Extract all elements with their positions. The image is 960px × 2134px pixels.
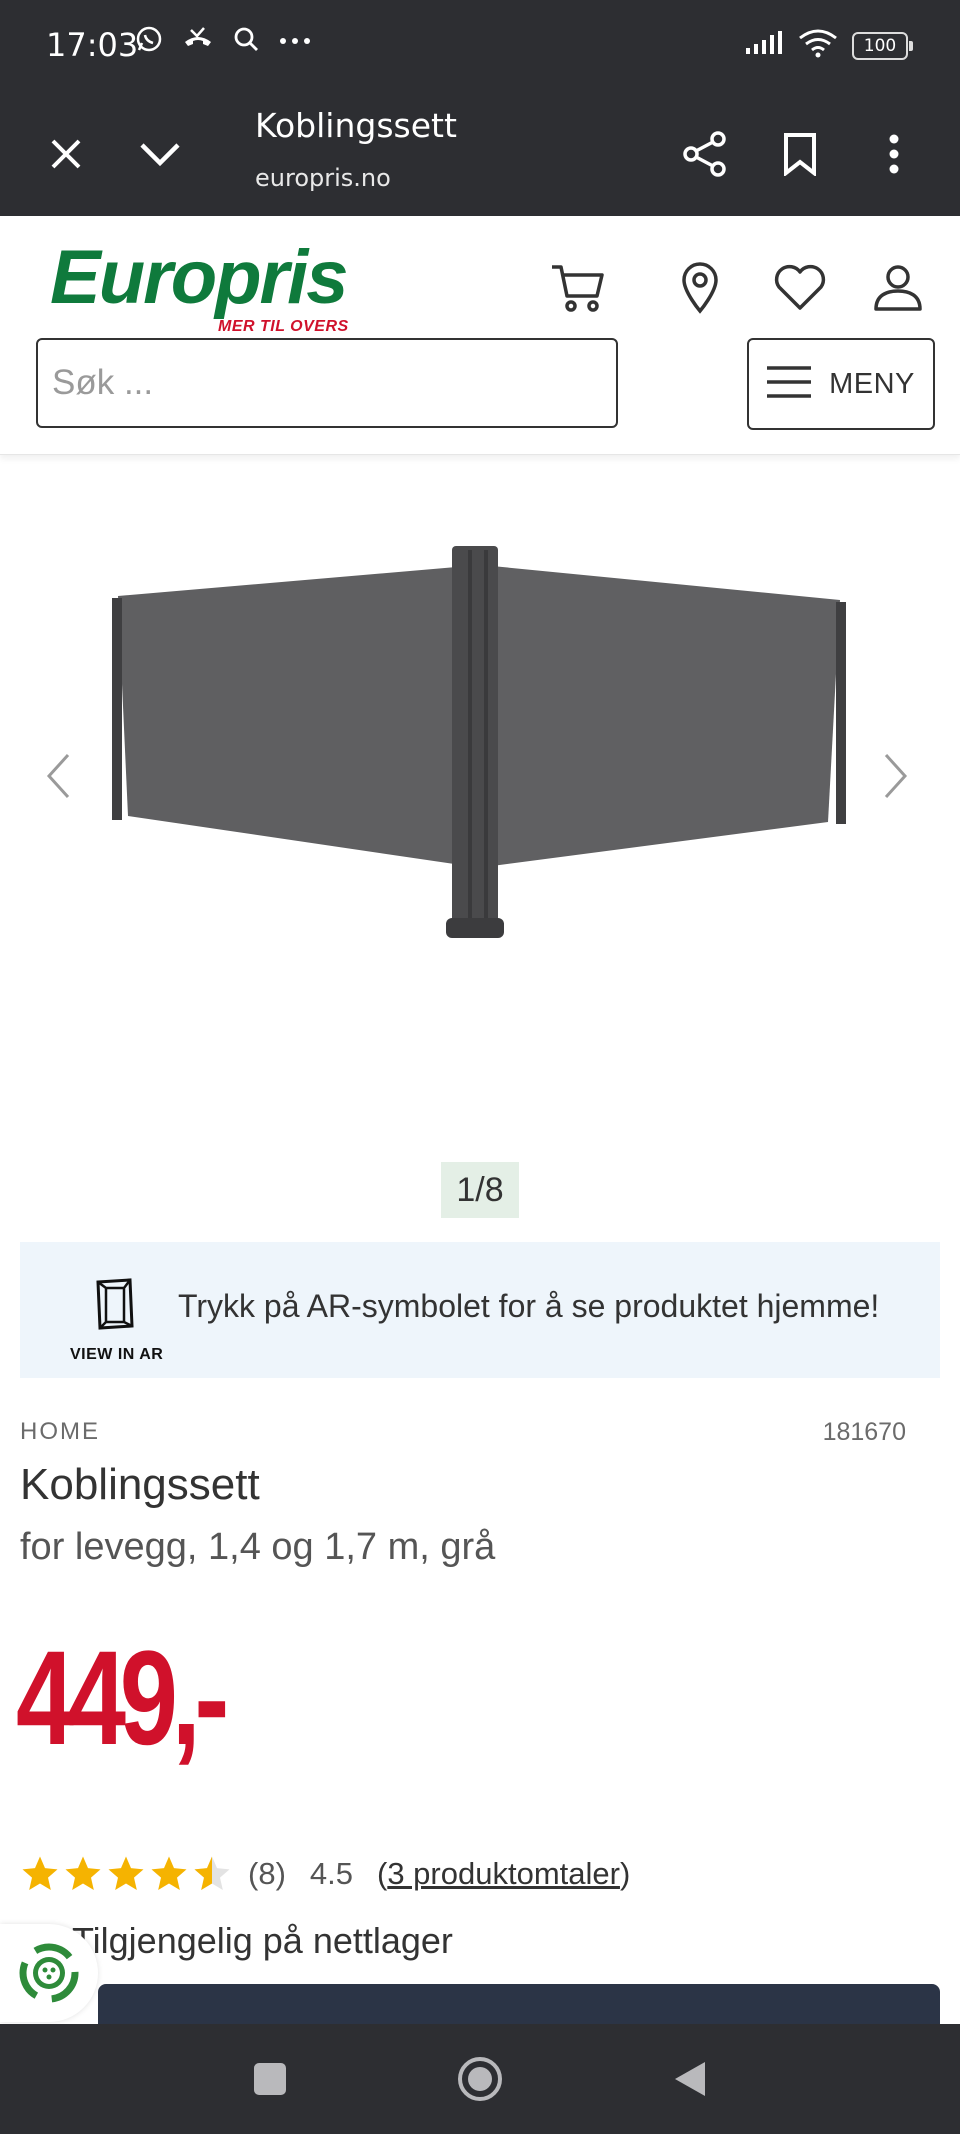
rating-count: (8) <box>248 1856 286 1891</box>
half-star-icon <box>194 1856 230 1890</box>
add-to-cart-button[interactable] <box>98 1984 940 2024</box>
product-sku: 181670 <box>822 1418 906 1446</box>
status-system-icons: 100 <box>744 28 913 63</box>
gallery-next-arrow[interactable] <box>866 736 926 816</box>
view-in-ar-label: VIEW IN AR <box>70 1346 164 1363</box>
close-icon[interactable] <box>36 124 96 184</box>
reviews-link[interactable]: 3 produktomtaler <box>387 1856 620 1891</box>
recycle-icon <box>19 1943 79 2003</box>
rating-average: 4.5 <box>309 1856 353 1891</box>
search-field[interactable] <box>36 338 618 428</box>
cart-icon[interactable] <box>548 258 608 318</box>
chevron-down-icon[interactable] <box>130 124 190 184</box>
recycle-badge[interactable] <box>0 1924 98 2022</box>
hamburger-icon <box>767 365 812 404</box>
rating-stars <box>20 1854 232 1894</box>
bookmark-icon[interactable] <box>770 124 830 184</box>
wifi-icon <box>798 28 838 63</box>
star-icon <box>108 1856 144 1890</box>
home-icon[interactable] <box>450 2049 510 2109</box>
product-rating[interactable]: (8) 4.5 (3 produktomtaler) <box>20 1852 630 1896</box>
page-title: Koblingssett <box>255 106 457 145</box>
search-input[interactable] <box>38 340 616 426</box>
star-icon <box>65 1856 101 1890</box>
star-icon <box>151 1856 187 1890</box>
system-navigation-bar <box>0 2024 960 2134</box>
heart-icon[interactable] <box>770 258 830 318</box>
ar-banner-text: Trykk på AR-symbolet for å se produktet … <box>178 1288 880 1324</box>
status-time: 17:03 <box>46 26 139 64</box>
overflow-menu-icon[interactable] <box>864 124 924 184</box>
user-icon[interactable] <box>868 258 928 318</box>
gallery-prev-arrow[interactable] <box>28 736 88 816</box>
status-bar: 17:03 100 <box>0 0 960 90</box>
product-image <box>112 546 846 938</box>
product-image-gallery[interactable] <box>0 456 960 1216</box>
gallery-counter: 1/8 <box>441 1162 519 1218</box>
battery-indicator: 100 <box>852 31 913 60</box>
reviews-open-paren: ( <box>377 1856 388 1891</box>
browser-toolbar: Koblingssett europris.no <box>0 90 960 216</box>
logo-brand-text: Europris <box>50 235 349 320</box>
logo-tagline: MER TIL OVERS <box>218 318 349 335</box>
site-header: Europris MER TIL OVERS MENY <box>0 216 960 455</box>
product-title: Koblingssett <box>20 1460 260 1509</box>
recent-apps-icon[interactable] <box>240 2049 300 2109</box>
back-icon[interactable] <box>660 2049 720 2109</box>
europris-logo[interactable]: Europris MER TIL OVERS <box>50 240 350 340</box>
location-pin-icon[interactable] <box>670 258 730 318</box>
product-category[interactable]: HOME <box>20 1418 100 1446</box>
product-subtitle: for levegg, 1,4 og 1,7 m, grå <box>20 1526 496 1568</box>
menu-button-label: MENY <box>829 367 915 400</box>
status-notification-icons <box>134 24 312 59</box>
availability-text: Tilgjengelig på nettlager <box>72 1920 453 1961</box>
ar-cube-icon[interactable] <box>92 1276 138 1337</box>
missed-call-icon <box>182 24 214 59</box>
signal-icon <box>744 30 784 61</box>
search-icon <box>232 25 260 58</box>
share-icon[interactable] <box>675 124 735 184</box>
whatsapp-icon <box>134 24 164 59</box>
reviews-close-paren: ) <box>619 1856 631 1891</box>
page-url[interactable]: europris.no <box>255 164 391 192</box>
ar-banner[interactable]: VIEW IN AR Trykk på AR-symbolet for å se… <box>20 1242 940 1378</box>
menu-button[interactable]: MENY <box>747 338 935 430</box>
reviews-link-wrapper: (3 produktomtaler) <box>377 1856 630 1892</box>
more-dots-icon <box>278 33 312 51</box>
star-icon <box>22 1856 58 1890</box>
product-price: 449,- <box>16 1624 229 1773</box>
